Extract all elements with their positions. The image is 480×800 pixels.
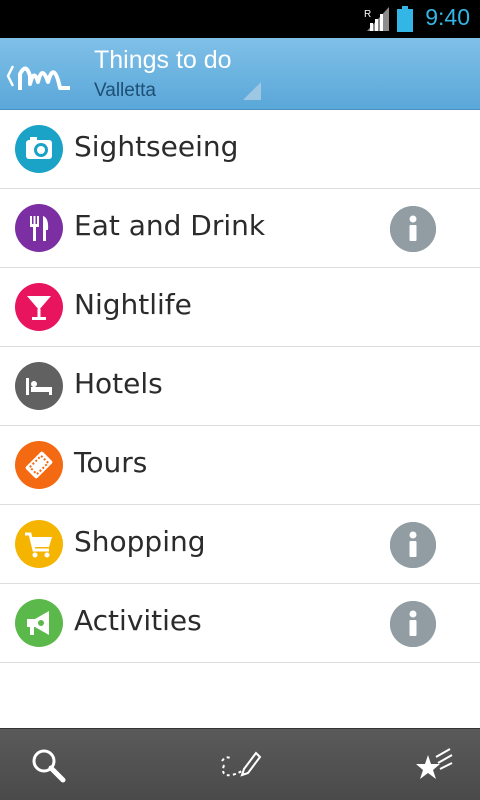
list-item-activities[interactable]: Activities [0,584,480,663]
list-item-label: Activities [74,604,202,637]
camera-icon [15,125,63,173]
list-item-label: Shopping [74,525,206,558]
list-item-sightseeing[interactable]: Sightseeing [0,110,480,189]
list-item-nightlife[interactable]: Nightlife [0,268,480,347]
fork-knife-icon [15,204,63,252]
bottom-toolbar [0,728,480,800]
city-subtitle[interactable]: Valletta [94,80,156,102]
cocktail-glass-icon [15,283,63,331]
bed-icon [15,362,63,410]
list-item-eat-and-drink[interactable]: Eat and Drink [0,189,480,268]
favorites-stars-icon[interactable] [412,743,456,787]
list-item-label: Tours [74,446,148,479]
battery-icon [397,6,413,32]
action-bar: Things to do Valletta [0,38,480,110]
page-title[interactable]: Things to do [94,46,232,75]
svg-text:R: R [364,9,371,20]
list-item-label: Eat and Drink [74,209,266,242]
search-icon[interactable] [26,743,70,787]
list-item-tours[interactable]: Tours [0,426,480,505]
info-icon[interactable] [390,601,436,647]
draw-route-icon[interactable] [218,743,262,787]
app-home-up-button[interactable] [4,58,74,94]
signal-icon: R [364,7,389,31]
dropdown-indicator-icon[interactable] [243,82,261,100]
shopping-cart-icon [15,520,63,568]
status-bar: R 9:40 [0,0,480,38]
info-icon[interactable] [390,522,436,568]
list-item-label: Sightseeing [74,130,239,163]
ticket-icon [15,441,63,489]
info-icon[interactable] [390,206,436,252]
category-list: Sightseeing Eat and Drink Nightlife Hote… [0,110,480,663]
list-item-shopping[interactable]: Shopping [0,505,480,584]
list-item-label: Hotels [74,367,163,400]
clock: 9:40 [425,4,470,30]
megaphone-icon [15,599,63,647]
list-item-hotels[interactable]: Hotels [0,347,480,426]
list-item-label: Nightlife [74,288,192,321]
